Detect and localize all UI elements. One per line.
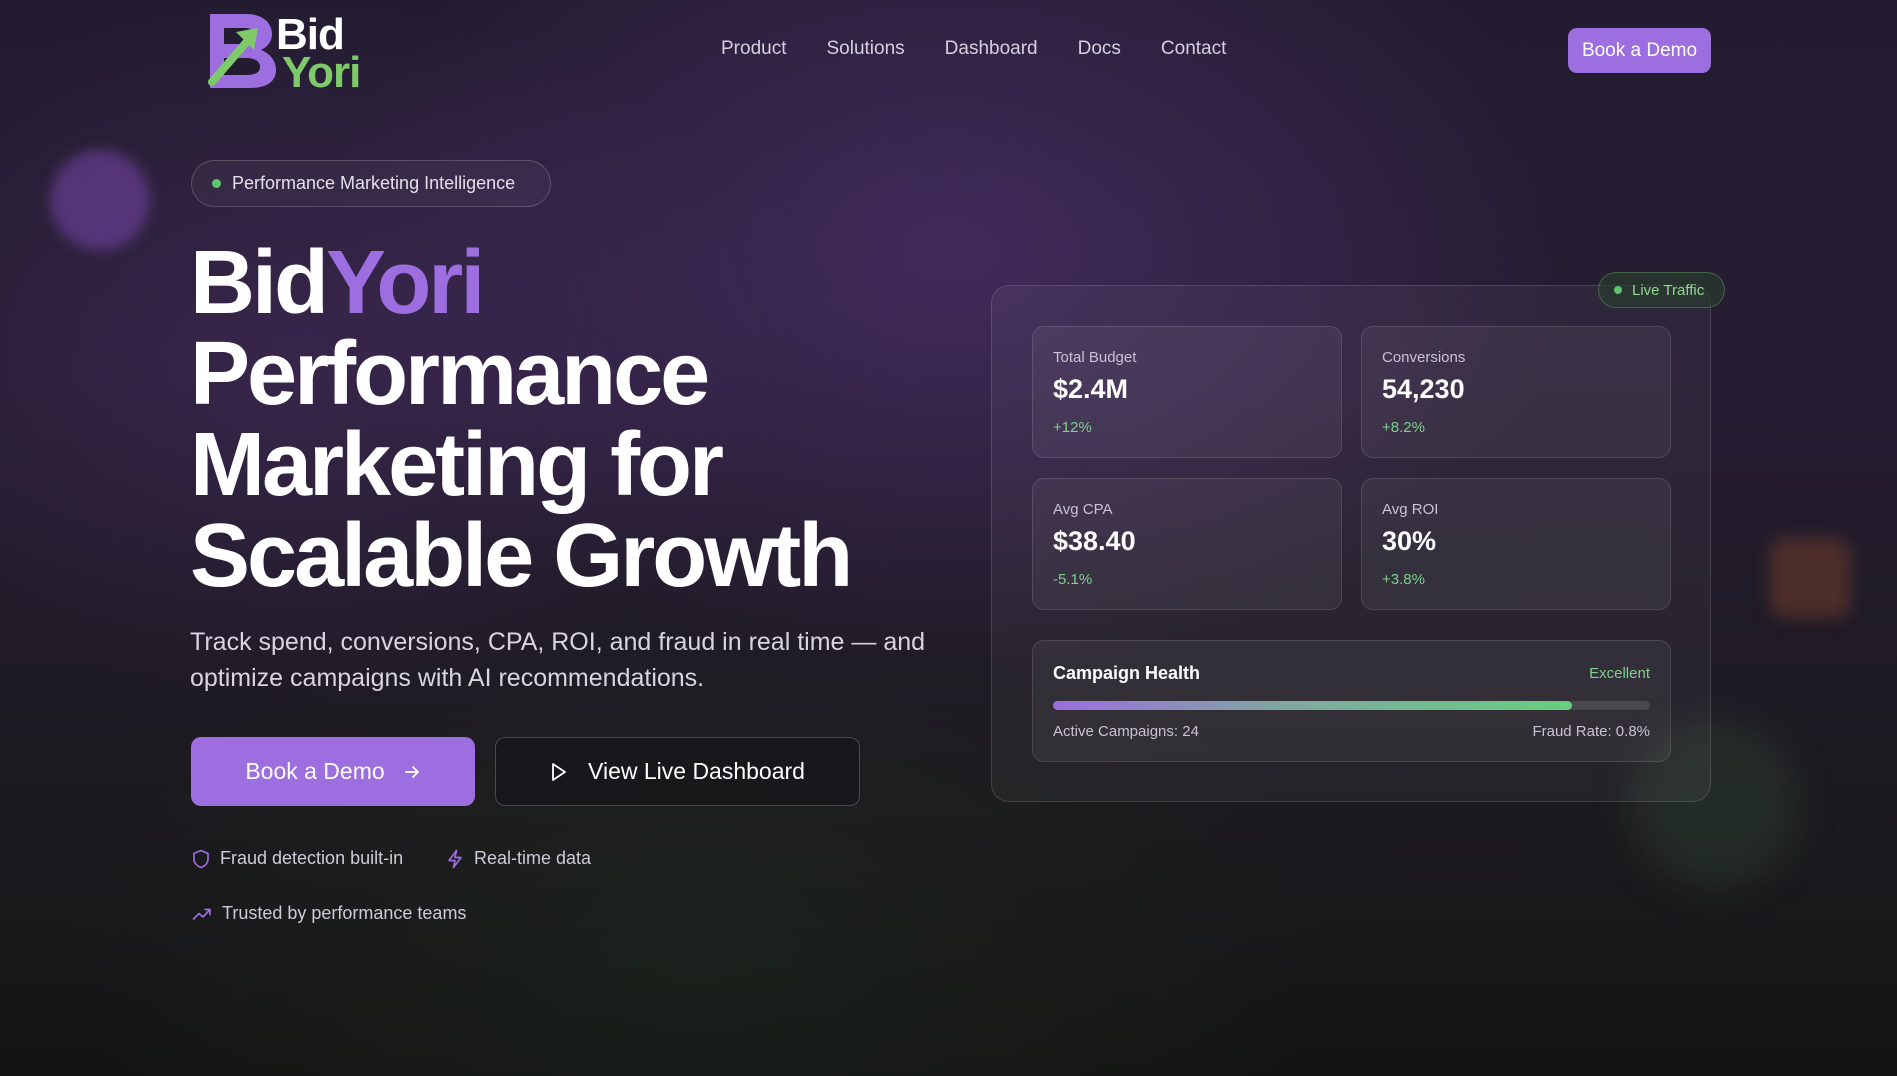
status-dot-icon bbox=[212, 179, 221, 188]
view-live-dashboard-label: View Live Dashboard bbox=[588, 758, 805, 784]
nav-link-contact[interactable]: Contact bbox=[1161, 38, 1226, 60]
nav-link-product[interactable]: Product bbox=[721, 38, 786, 60]
stat-label: Total Budget bbox=[1053, 349, 1137, 366]
feature-label: Fraud detection built-in bbox=[220, 848, 404, 868]
book-demo-button[interactable]: Book a Demo bbox=[191, 737, 475, 806]
stat-change: +3.8% bbox=[1382, 571, 1425, 588]
decorative-blob-purple bbox=[50, 150, 150, 250]
stat-value: $38.40 bbox=[1053, 526, 1136, 556]
stat-label: Conversions bbox=[1382, 349, 1466, 366]
stat-change: +8.2% bbox=[1382, 419, 1425, 436]
stat-label: Avg CPA bbox=[1053, 501, 1113, 518]
top-nav: Bid Yori Product Solutions Dashboard Doc… bbox=[0, 0, 1897, 100]
hero-badge: Performance Marketing Intelligence bbox=[191, 160, 551, 207]
active-campaigns-text: Active Campaigns: 24 bbox=[1053, 723, 1199, 740]
feature-real-time: Real-time data bbox=[446, 848, 591, 869]
hero-title: BidYori Performance Marketing for Scalab… bbox=[190, 238, 950, 602]
stat-value: $2.4M bbox=[1053, 374, 1129, 404]
hero-badge-text: Performance Marketing Intelligence bbox=[232, 173, 516, 193]
stat-change: -5.1% bbox=[1053, 571, 1093, 588]
shield-icon bbox=[193, 849, 209, 868]
logo-text-yori: Yori bbox=[282, 48, 361, 97]
logo-mark-icon bbox=[208, 14, 276, 88]
stat-change: +12% bbox=[1053, 419, 1092, 436]
stat-card-avg-cpa: Avg CPA $38.40 -5.1% bbox=[1032, 478, 1342, 610]
hero-title-yori: Yori bbox=[325, 233, 485, 333]
hero-title-bid: Bid bbox=[190, 233, 329, 333]
campaign-health-title: Campaign Health bbox=[1053, 663, 1201, 683]
feature-fraud-detection: Fraud detection built-in bbox=[192, 848, 403, 869]
campaign-health-progress-track bbox=[1053, 701, 1650, 710]
nav-link-docs[interactable]: Docs bbox=[1078, 38, 1121, 60]
stat-label: Avg ROI bbox=[1382, 501, 1439, 518]
live-dot-icon bbox=[1614, 286, 1622, 294]
decorative-blob-orange bbox=[1770, 538, 1850, 618]
stat-value: 54,230 bbox=[1382, 374, 1465, 404]
hero-title-line3: Marketing for bbox=[190, 415, 724, 515]
hero-title-line2: Performance bbox=[190, 324, 710, 424]
stat-card-conversions: Conversions 54,230 +8.2% bbox=[1361, 326, 1671, 458]
stat-card-total-budget: Total Budget $2.4M +12% bbox=[1032, 326, 1342, 458]
logo[interactable]: Bid Yori bbox=[206, 10, 376, 97]
campaign-health-progress-fill bbox=[1053, 701, 1573, 710]
hero-subtitle: Track spend, conversions, CPA, ROI, and … bbox=[190, 628, 926, 692]
book-demo-label: Book a Demo bbox=[245, 758, 385, 784]
nav-book-demo-button[interactable]: Book a Demo bbox=[1568, 28, 1711, 73]
trending-up-icon bbox=[192, 908, 211, 920]
feature-label: Real-time data bbox=[474, 848, 592, 868]
stat-value: 30% bbox=[1382, 526, 1437, 556]
feature-label: Trusted by performance teams bbox=[222, 903, 467, 923]
landing-page: Bid Yori Product Solutions Dashboard Doc… bbox=[0, 0, 1897, 1076]
fraud-rate-text: Fraud Rate: 0.8% bbox=[1532, 723, 1650, 740]
nav-link-solutions[interactable]: Solutions bbox=[826, 38, 904, 60]
nav-links: Product Solutions Dashboard Docs Contact bbox=[721, 38, 1266, 60]
live-traffic-badge: Live Traffic bbox=[1598, 272, 1725, 308]
hero-title-line4: Scalable Growth bbox=[190, 506, 853, 606]
live-traffic-label: Live Traffic bbox=[1632, 281, 1705, 299]
view-live-dashboard-button[interactable]: View Live Dashboard bbox=[495, 737, 860, 806]
feature-trusted: Trusted by performance teams bbox=[192, 903, 466, 924]
play-icon bbox=[552, 762, 566, 781]
campaign-health-card: Campaign Health Excellent Active Campaig… bbox=[1032, 640, 1671, 762]
lightning-icon bbox=[448, 849, 462, 868]
stat-card-avg-roi: Avg ROI 30% +3.8% bbox=[1361, 478, 1671, 610]
nav-link-dashboard[interactable]: Dashboard bbox=[945, 38, 1038, 60]
campaign-health-status: Excellent bbox=[1589, 665, 1650, 682]
arrow-right-icon bbox=[404, 765, 419, 778]
